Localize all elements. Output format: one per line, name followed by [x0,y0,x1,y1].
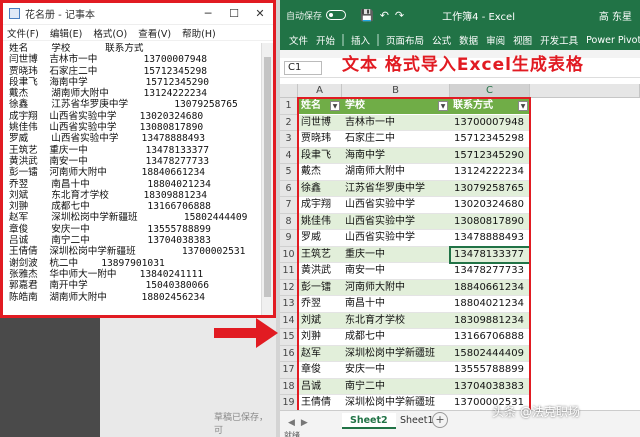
tab-insert[interactable]: 插入 [350,33,371,47]
row-header[interactable]: 15 [280,329,298,346]
col-header-d[interactable] [530,84,640,98]
notepad-line: 谢剑波 杭二中 13897901031 [9,257,165,269]
row-header[interactable]: 6 [280,180,298,197]
maximize-icon[interactable]: ☐ [221,7,247,20]
notepad-line: 陈皓南 湖南师大附中 18802456234 [9,291,206,303]
row-header[interactable]: 1 [280,98,298,115]
tab-developer[interactable]: 开发工具 [539,33,579,47]
row-header[interactable]: 9 [280,230,298,247]
notepad-text-area[interactable]: 姓名 学校 联系方式 闫世博 吉林市一中 13700007948 贾晓玮 石家庄二中… [3,43,261,315]
tab-power-pivot[interactable]: Power Pivot [585,35,640,46]
add-sheet-button[interactable]: + [432,412,448,428]
notepad-line: 刘翀 成都七中 13166706888 [9,201,211,213]
autosave-label: 自动保存 [286,11,323,22]
notepad-line: 贾晓玮 石家庄二中 15712345298 [9,65,208,77]
col-header-b[interactable]: B [342,84,450,98]
close-icon[interactable]: ✕ [247,7,273,20]
row-header[interactable]: 10 [280,246,298,263]
row-header[interactable]: 7 [280,197,298,214]
notepad-line: 段聿飞 海南中学 15712345290 [9,76,210,88]
notepad-window: 花名册 - 记事本 ─ ☐ ✕ 文件(F) 编辑(E) 格式(O) 查看(V) … [0,0,276,318]
row-header[interactable]: 18 [280,378,298,395]
row-header[interactable]: 2 [280,114,298,131]
tab-file[interactable]: 文件 [288,33,309,47]
notepad-app-icon [9,8,20,19]
tab-view[interactable]: 视图 [512,33,533,47]
tab-formulas[interactable]: 公式 [431,33,452,47]
row-header[interactable]: 3 [280,131,298,148]
notepad-title: 花名册 - 记事本 [25,10,95,21]
notepad-line: 姓名 学校 联系方式 [9,43,144,54]
notepad-menubar: 文件(F) 编辑(E) 格式(O) 查看(V) 帮助(H) [3,25,273,41]
row-header[interactable]: 13 [280,296,298,313]
col-header-a[interactable]: A [298,84,342,98]
row-header[interactable]: 12 [280,279,298,296]
row-header[interactable]: 14 [280,312,298,329]
tab-separator [342,34,345,46]
notepad-scrollbar[interactable] [261,43,273,315]
notepad-line: 吕诚 南宁二中 13704038383 [9,235,211,247]
notepad-line: 姚佳伟 山西省实验中学 13080817890 [9,122,204,134]
excel-window: 自动保存 💾↶↷ 工作簿4 - Excel 高 东星 文件 开始 插入 页面布局… [280,0,640,437]
status-ready: 就绪 [284,431,300,437]
notepad-line: 乔翌 南昌十中 18804021234 [9,178,211,190]
tab-home[interactable]: 开始 [315,33,336,47]
scrollbar-thumb[interactable] [264,57,271,297]
row-header[interactable]: 17 [280,362,298,379]
draft-status: 草稿已保存，可 [214,413,269,436]
minimize-icon[interactable]: ─ [195,7,221,20]
menu-help[interactable]: 帮助(H) [182,26,216,40]
name-box[interactable]: C1 [284,61,322,75]
notepad-line: 王倩倩 深圳松岗中学新疆班 13700002531 [9,246,246,258]
tab-page-layout[interactable]: 页面布局 [385,33,425,47]
col-header-c[interactable]: C [450,84,530,98]
workbook-title: 工作簿4 - Excel [442,11,515,23]
notepad-line: 刘斌 东北育才学校 18309881234 [9,189,208,201]
notepad-line: 罗威 山西省实验中学 13478888493 [9,133,206,145]
notepad-line: 闫世博 吉林市一中 13700007948 [9,54,208,66]
dark-panel [0,318,100,437]
notepad-line: 章俊 安庆一中 13555788899 [9,223,211,235]
notepad-line: 张雅杰 华中师大一附中 13840241111 [9,268,204,280]
notepad-line: 黄洪武 南安一中 13478277733 [9,155,210,167]
row-header[interactable]: 8 [280,213,298,230]
notepad-line: 郭嘉君 南开中学 15040380066 [9,280,210,292]
table-highlight-outline [297,97,531,437]
notepad-line: 王筑艺 重庆一中 13478133377 [9,144,210,156]
notepad-line: 戴杰 湖南师大附中 13124222234 [9,88,208,100]
watermark: 头条 @法克职场 [492,405,580,419]
excel-titlebar: 自动保存 💾↶↷ 工作簿4 - Excel 高 东星 [280,0,640,30]
notepad-line: 赵军 深圳松岗中学新疆班 15802444409 [9,212,248,224]
menu-view[interactable]: 查看(V) [138,26,171,40]
notepad-line: 徐鑫 江苏省华罗庚中学 13079258765 [9,99,238,111]
tab-data[interactable]: 数据 [458,33,479,47]
sheet-tab-sheet2[interactable]: Sheet2 [342,413,396,429]
user-name[interactable]: 高 东星 [599,8,632,23]
annotation-text: 文本 格式导入Excel生成表格 [342,55,584,75]
row-header[interactable]: 16 [280,345,298,362]
menu-edit[interactable]: 编辑(E) [50,26,82,40]
menu-format[interactable]: 格式(O) [93,26,127,40]
notepad-line: 成宇翔 山西省实验中学 13020324680 [9,110,204,122]
sheet-tab-bar: ◀▶ Sheet2 Sheet1 + 就绪 [280,410,640,437]
autosave-toggle[interactable] [326,10,347,20]
select-all-corner[interactable] [280,84,298,98]
row-header[interactable]: 11 [280,263,298,280]
sheet-nav-arrows[interactable]: ◀▶ [288,418,314,428]
row-header[interactable]: 5 [280,164,298,181]
tab-separator [377,34,380,46]
menu-file[interactable]: 文件(F) [7,26,39,40]
red-arrow-icon [214,318,278,348]
notepad-line: 彭一镭 河南师大附中 18840661234 [9,167,206,179]
row-header[interactable]: 4 [280,147,298,164]
tab-review[interactable]: 审阅 [485,33,506,47]
quick-access-toolbar[interactable]: 💾↶↷ [360,9,410,22]
ribbon-tabs: 文件 开始 插入 页面布局 公式 数据 审阅 视图 开发工具 Power Piv… [280,30,640,50]
notepad-titlebar: 花名册 - 记事本 ─ ☐ ✕ [3,3,273,25]
